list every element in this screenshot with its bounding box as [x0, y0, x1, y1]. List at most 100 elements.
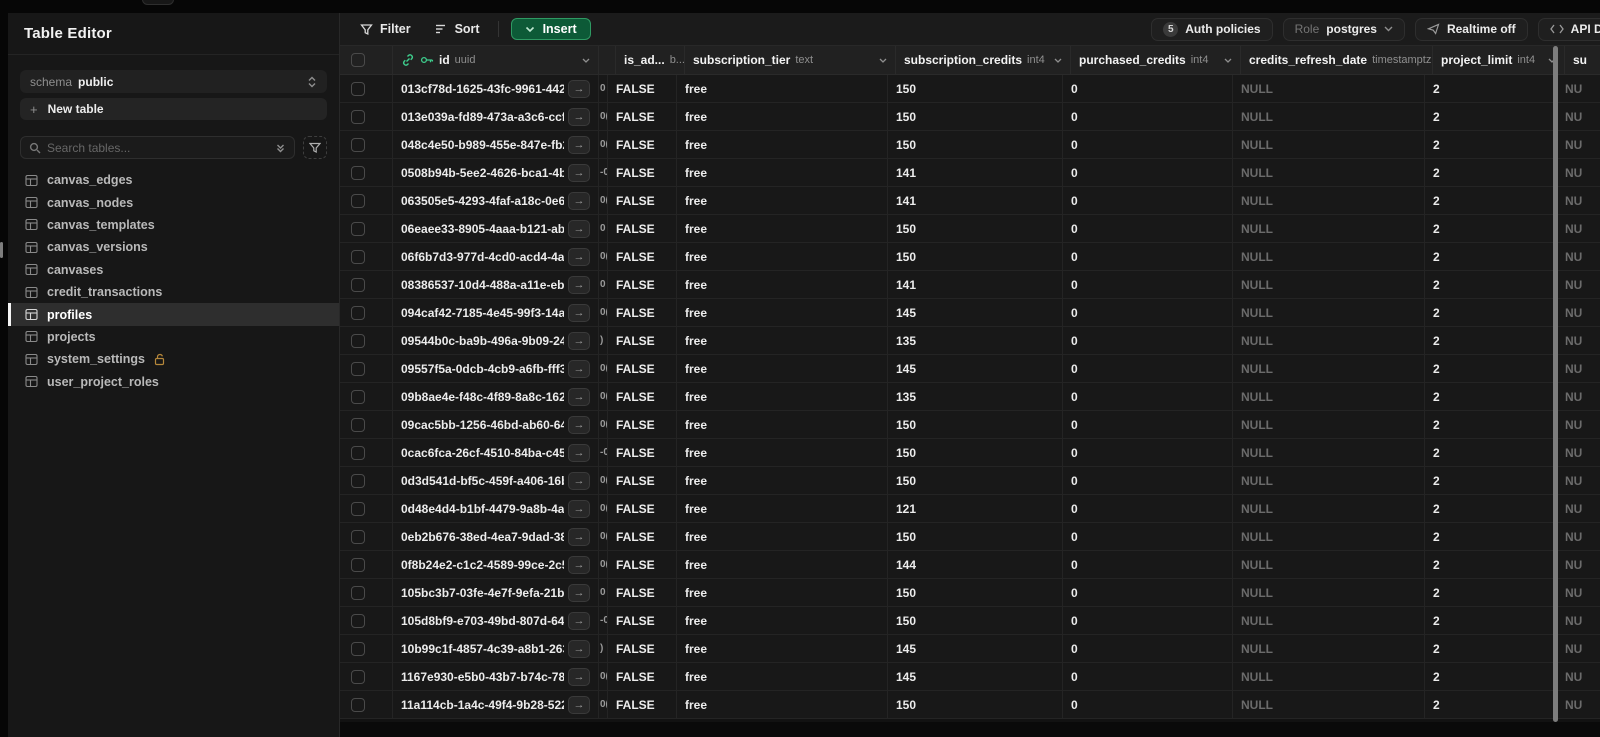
filter-button[interactable]: Filter [354, 17, 417, 41]
id-cell[interactable]: 09cac5bb-1256-46bd-ab60-64ed... → [393, 411, 599, 438]
cell-project_limit[interactable]: 2 [1425, 551, 1557, 578]
cell-project_limit[interactable]: 2 [1425, 467, 1557, 494]
cell-su[interactable]: NU [1557, 215, 1600, 242]
cell-subscription_credits[interactable]: 145 [888, 635, 1063, 662]
cell-purchased_credits[interactable]: 0 [1063, 551, 1233, 578]
row-checkbox[interactable] [351, 445, 365, 460]
cell-is_admin[interactable]: FALSE [608, 523, 677, 550]
cell-subscription_tier[interactable]: free [677, 383, 888, 410]
cell-subscription_tier[interactable]: free [677, 243, 888, 270]
row-checkbox[interactable] [351, 137, 365, 152]
cell-subscription_tier[interactable]: free [677, 103, 888, 130]
cell-project_limit[interactable]: 2 [1425, 103, 1557, 130]
expand-row-button[interactable]: → [568, 555, 590, 574]
expand-row-button[interactable]: → [568, 163, 590, 182]
cell-credits_refresh_date[interactable]: NULL [1233, 635, 1425, 662]
cell-subscription_tier[interactable]: free [677, 215, 888, 242]
cell-is_admin[interactable]: FALSE [608, 215, 677, 242]
cell-is_admin[interactable]: FALSE [608, 691, 677, 718]
cell-credits_refresh_date[interactable]: NULL [1233, 411, 1425, 438]
chevrons-down-icon[interactable] [275, 142, 286, 154]
cell-is_admin[interactable]: FALSE [608, 663, 677, 690]
cell-project_limit[interactable]: 2 [1425, 383, 1557, 410]
cell-su[interactable]: NU [1557, 299, 1600, 326]
cell-subscription_tier[interactable]: free [677, 75, 888, 102]
cell-credits_refresh_date[interactable]: NULL [1233, 663, 1425, 690]
cell-project_limit[interactable]: 2 [1425, 75, 1557, 102]
cell-credits_refresh_date[interactable]: NULL [1233, 551, 1425, 578]
row-checkbox[interactable] [351, 81, 365, 96]
sort-button[interactable]: Sort [429, 17, 486, 41]
expand-row-button[interactable]: → [568, 527, 590, 546]
cell-su[interactable]: NU [1557, 439, 1600, 466]
cell-subscription_credits[interactable]: 150 [888, 75, 1063, 102]
id-cell[interactable]: 11a114cb-1a4c-49f4-9b28-52219ec... → [393, 691, 599, 718]
expand-row-button[interactable]: → [568, 611, 590, 630]
sidebar-item-canvas_templates[interactable]: canvas_templates [8, 214, 339, 236]
cell-purchased_credits[interactable]: 0 [1063, 607, 1233, 634]
expand-row-button[interactable]: → [568, 135, 590, 154]
expand-row-button[interactable]: → [568, 667, 590, 686]
id-cell[interactable]: 09557f5a-0dcb-4cb9-a6fb-fff366... → [393, 355, 599, 382]
cell-is_admin[interactable]: FALSE [608, 187, 677, 214]
id-cell[interactable]: 094caf42-7185-4e45-99f3-14abee... → [393, 299, 599, 326]
schema-select[interactable]: schema public [20, 70, 327, 93]
cell-is_admin[interactable]: FALSE [608, 495, 677, 522]
id-cell[interactable]: 0d48e4d4-b1bf-4479-9a8b-4a4b... → [393, 495, 599, 522]
sidebar-item-canvases[interactable]: canvases [8, 259, 339, 281]
cell-credits_refresh_date[interactable]: NULL [1233, 523, 1425, 550]
expand-row-button[interactable]: → [568, 583, 590, 602]
expand-row-button[interactable]: → [568, 415, 590, 434]
column-header-credits_refresh_date[interactable]: credits_refresh_date timestamptz [1241, 46, 1433, 74]
id-cell[interactable]: 013cf78d-1625-43fc-9961-442189... → [393, 75, 599, 102]
id-cell[interactable]: 09b8ae4e-f48c-4f89-8a8c-1629b... → [393, 383, 599, 410]
cell-subscription_credits[interactable]: 150 [888, 467, 1063, 494]
cell-is_admin[interactable]: FALSE [608, 551, 677, 578]
row-checkbox[interactable] [351, 361, 365, 376]
expand-row-button[interactable]: → [568, 443, 590, 462]
vertical-scrollbar[interactable] [1553, 46, 1558, 722]
id-cell[interactable]: 0eb2b676-38ed-4ea7-9dad-38e6... → [393, 523, 599, 550]
id-cell[interactable]: 0f8b24e2-c1c2-4589-99ce-2c52d... → [393, 551, 599, 578]
cell-credits_refresh_date[interactable]: NULL [1233, 215, 1425, 242]
cell-su[interactable]: NU [1557, 495, 1600, 522]
cell-su[interactable]: NU [1557, 635, 1600, 662]
id-cell[interactable]: 06f6b7d3-977d-4cd0-acd4-4a78... → [393, 243, 599, 270]
cell-project_limit[interactable]: 2 [1425, 159, 1557, 186]
auth-policies-button[interactable]: 5 Auth policies [1151, 17, 1273, 41]
column-header-clip[interactable] [599, 46, 616, 74]
cell-su[interactable]: NU [1557, 103, 1600, 130]
sidebar-item-projects[interactable]: projects [8, 326, 339, 348]
cell-subscription_tier[interactable]: free [677, 411, 888, 438]
id-cell[interactable]: 0cac6fca-26cf-4510-84ba-c4580... → [393, 439, 599, 466]
sidebar-item-credit_transactions[interactable]: credit_transactions [8, 281, 339, 303]
cell-su[interactable]: NU [1557, 243, 1600, 270]
cell-purchased_credits[interactable]: 0 [1063, 467, 1233, 494]
cell-project_limit[interactable]: 2 [1425, 271, 1557, 298]
cell-subscription_credits[interactable]: 145 [888, 355, 1063, 382]
expand-row-button[interactable]: → [568, 275, 590, 294]
cell-subscription_tier[interactable]: free [677, 271, 888, 298]
cell-project_limit[interactable]: 2 [1425, 131, 1557, 158]
row-checkbox[interactable] [351, 529, 365, 544]
cell-is_admin[interactable]: FALSE [608, 355, 677, 382]
sidebar-item-profiles[interactable]: profiles [8, 303, 339, 327]
cell-project_limit[interactable]: 2 [1425, 663, 1557, 690]
row-checkbox[interactable] [351, 249, 365, 264]
cell-su[interactable]: NU [1557, 271, 1600, 298]
cell-project_limit[interactable]: 2 [1425, 691, 1557, 718]
expand-row-button[interactable]: → [568, 219, 590, 238]
cell-subscription_tier[interactable]: free [677, 635, 888, 662]
cell-su[interactable]: NU [1557, 187, 1600, 214]
sidebar-item-canvas_nodes[interactable]: canvas_nodes [8, 191, 339, 213]
cell-is_admin[interactable]: FALSE [608, 327, 677, 354]
id-cell[interactable]: 10b99c1f-4857-4c39-a8b1-263b8... → [393, 635, 599, 662]
expand-row-button[interactable]: → [568, 331, 590, 350]
cell-subscription_tier[interactable]: free [677, 439, 888, 466]
column-header-project_limit[interactable]: project_limit int4 [1433, 46, 1565, 74]
row-checkbox[interactable] [351, 389, 365, 404]
new-table-button[interactable]: + New table [20, 98, 327, 120]
cell-su[interactable]: NU [1557, 663, 1600, 690]
cell-is_admin[interactable]: FALSE [608, 579, 677, 606]
cell-subscription_credits[interactable]: 150 [888, 691, 1063, 718]
